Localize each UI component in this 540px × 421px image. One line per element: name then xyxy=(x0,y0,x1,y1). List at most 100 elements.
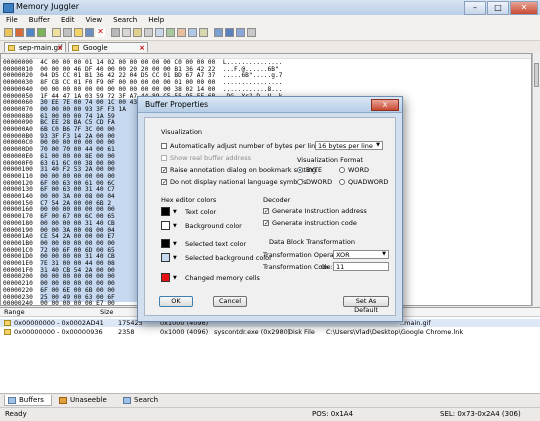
auto-adjust-checkbox[interactable] xyxy=(161,143,167,149)
menu-edit[interactable]: Edit xyxy=(55,15,80,24)
buffer-range: 0x00000000 - 0x0002AD41 xyxy=(14,319,104,327)
find-icon[interactable] xyxy=(144,28,153,37)
format-dword-radio[interactable] xyxy=(297,179,303,185)
col-size: Size xyxy=(100,308,114,316)
toolbar: ✕ xyxy=(0,26,540,41)
ok-button[interactable]: OK xyxy=(159,296,193,307)
menu-buffer[interactable]: Buffer xyxy=(23,15,55,24)
menu-file[interactable]: File xyxy=(0,15,23,24)
hex-scrollbar[interactable] xyxy=(532,53,540,306)
bytes-per-line-select[interactable]: 16 bytes per line ▼ xyxy=(315,141,383,150)
selected-text-color-label: Selected text color xyxy=(185,240,247,248)
chevron-down-icon[interactable]: ▼ xyxy=(173,255,177,261)
maximize-button[interactable]: □ xyxy=(487,1,509,15)
tab-label: sep-main.gif xyxy=(19,44,63,52)
bookmark-icon[interactable] xyxy=(177,28,186,37)
format-dword-label: DWORD xyxy=(306,178,333,186)
bytes-per-line-value: 16 bytes per line xyxy=(318,142,373,150)
undo-icon[interactable] xyxy=(52,28,61,37)
format-byte-radio[interactable] xyxy=(297,167,303,173)
find-next-icon[interactable] xyxy=(155,28,164,37)
gen-code-label: Generate instruction code xyxy=(272,219,357,227)
dialog-title-bar: Buffer Properties X xyxy=(138,97,402,113)
file-icon xyxy=(4,320,11,326)
view-split-icon[interactable] xyxy=(236,28,245,37)
minimize-button[interactable]: – xyxy=(464,1,486,15)
raise-annotation-checkbox[interactable]: ✓ xyxy=(161,167,167,174)
menu-help[interactable]: Help xyxy=(142,15,169,24)
close-button[interactable]: ✕ xyxy=(510,1,538,15)
chevron-down-icon[interactable]: ▼ xyxy=(173,275,177,281)
dialog-title: Buffer Properties xyxy=(145,100,209,109)
buffers-icon xyxy=(8,397,16,404)
buffer-row[interactable]: 0x00000000 - 0x00000936 2358 0x1000 (409… xyxy=(0,328,540,336)
changed-cells-label: Changed memory cells xyxy=(185,274,260,282)
gen-code-checkbox[interactable]: ✓ xyxy=(263,220,269,227)
transform-heading: Data Block Transformation xyxy=(269,238,355,246)
dialog-close-button[interactable]: X xyxy=(371,99,399,111)
auto-adjust-label: Automatically adjust number of bytes per… xyxy=(170,142,320,150)
buffer-icon[interactable] xyxy=(37,28,46,37)
format-word-radio[interactable] xyxy=(339,167,345,173)
app-icon xyxy=(3,3,14,13)
view-disasm-icon[interactable] xyxy=(225,28,234,37)
save-icon[interactable] xyxy=(85,28,94,37)
unaseeble-icon xyxy=(59,397,67,404)
folder-icon[interactable] xyxy=(74,28,83,37)
open-memory-icon[interactable] xyxy=(26,28,35,37)
format-quadword-radio[interactable] xyxy=(339,179,345,185)
replace-icon[interactable] xyxy=(199,28,208,37)
chevron-down-icon[interactable]: ▼ xyxy=(173,241,177,247)
close-tab-icon[interactable]: × xyxy=(139,43,145,53)
transform-code-input[interactable]: 11 xyxy=(333,262,389,271)
background-color-label: Background color xyxy=(185,222,242,230)
background-color-swatch[interactable] xyxy=(161,221,170,230)
open-file-icon[interactable] xyxy=(4,28,13,37)
buffer-type: Disk File xyxy=(288,328,315,336)
cut-icon[interactable] xyxy=(111,28,120,37)
selected-text-color-swatch[interactable] xyxy=(161,239,170,248)
text-color-swatch[interactable] xyxy=(161,207,170,216)
status-position: POS: 0x1A4 xyxy=(312,410,354,418)
hex-colors-heading: Hex editor colors xyxy=(161,196,217,204)
copy-icon[interactable] xyxy=(122,28,131,37)
open-process-icon[interactable] xyxy=(15,28,24,37)
scroll-thumb[interactable] xyxy=(534,63,539,87)
transform-op-select[interactable]: XOR ▼ xyxy=(333,250,389,259)
set-default-button[interactable]: Set As Default xyxy=(343,296,389,314)
paste-icon[interactable] xyxy=(133,28,142,37)
menu-view[interactable]: View xyxy=(80,15,108,24)
close-tab-icon[interactable]: × xyxy=(57,43,63,53)
tab-label: Buffers xyxy=(19,396,44,404)
buffer-properties-dialog: Buffer Properties X Visualization Automa… xyxy=(137,96,403,322)
compare-icon[interactable] xyxy=(188,28,197,37)
hex-row[interactable]: 00000240 00 00 00 00 00 E7 00 xyxy=(3,300,122,305)
tab-unaseeble[interactable]: Unaseeble xyxy=(56,395,112,406)
selected-background-color-swatch[interactable] xyxy=(161,253,170,262)
format-quadword-label: QUADWORD xyxy=(348,178,389,186)
chevron-down-icon: ▼ xyxy=(376,142,380,148)
redo-icon[interactable] xyxy=(63,28,72,37)
gen-address-checkbox[interactable]: ✓ xyxy=(263,208,269,215)
changed-cells-color-swatch[interactable] xyxy=(161,273,170,282)
delete-icon[interactable]: ✕ xyxy=(96,28,105,37)
no-national-symbols-checkbox[interactable]: ✓ xyxy=(161,179,167,186)
bottom-tabs: Buffers Unaseeble Search Requests xyxy=(0,393,540,415)
settings-icon[interactable] xyxy=(247,28,256,37)
status-selection: SEL: 0x73-0x2A4 (306) xyxy=(440,410,521,418)
tab-buffers[interactable]: Buffers xyxy=(4,395,52,406)
menu-search[interactable]: Search xyxy=(107,15,142,24)
cancel-button[interactable]: Cancel xyxy=(213,296,247,307)
buffer-range: 0x00000000 - 0x00000936 xyxy=(14,328,103,336)
app-window: Memory Juggler – □ ✕ File Buffer Edit View S… xyxy=(0,0,540,421)
tab-search-requests[interactable]: Search Requests xyxy=(120,395,192,415)
view-hex-icon[interactable] xyxy=(214,28,223,37)
chevron-down-icon[interactable]: ▼ xyxy=(173,223,177,229)
goto-icon[interactable] xyxy=(166,28,175,37)
tab-google-chrome[interactable]: Google Chrome.lnk × xyxy=(68,42,148,62)
tab-sep-main[interactable]: sep-main.gif × xyxy=(4,42,66,52)
show-real-address-checkbox[interactable] xyxy=(161,155,167,161)
file-icon xyxy=(72,45,79,51)
visualization-heading: Visualization xyxy=(161,128,203,136)
chevron-down-icon[interactable]: ▼ xyxy=(173,209,177,215)
